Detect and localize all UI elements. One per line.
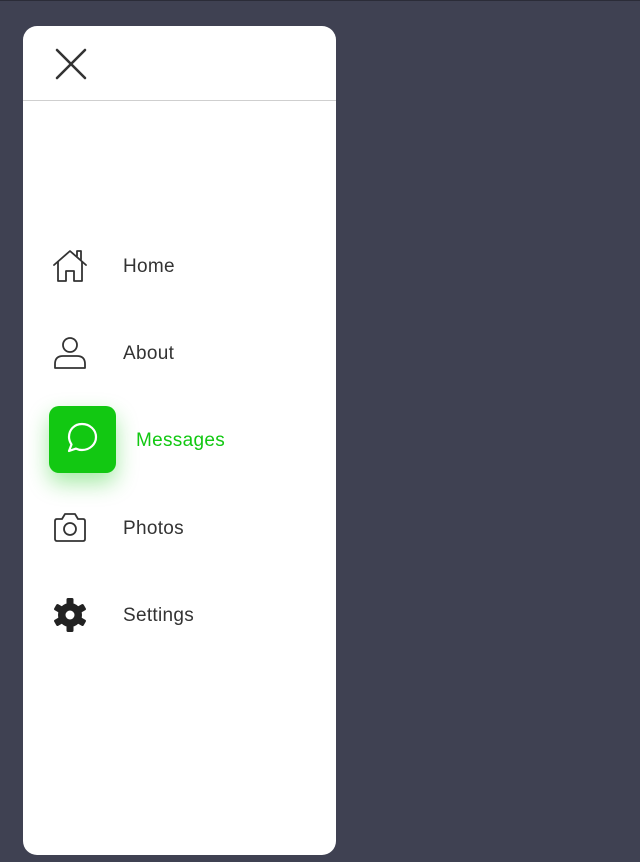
camera-icon [51,509,89,547]
nav-item-home[interactable]: Home [23,229,336,299]
menu-header [23,26,336,101]
nav-label-messages: Messages [136,430,225,451]
close-button[interactable] [51,46,91,86]
user-icon [51,334,89,372]
nav-item-settings[interactable]: Settings [23,578,336,648]
home-icon [51,247,89,285]
active-indicator [49,406,116,473]
nav-label-home: Home [123,256,175,277]
nav-item-photos[interactable]: Photos [23,491,336,561]
top-border [0,0,640,1]
chat-bubble-icon [67,422,98,453]
nav-label-about: About [123,343,175,364]
side-menu-panel: Home About Messages Photos Settings [23,26,336,855]
close-icon [55,48,87,80]
nav-label-settings: Settings [123,605,195,626]
nav-item-messages[interactable]: Messages [23,403,336,473]
nav-label-photos: Photos [123,518,184,539]
gear-icon [51,596,89,634]
nav-item-about[interactable]: About [23,316,336,386]
